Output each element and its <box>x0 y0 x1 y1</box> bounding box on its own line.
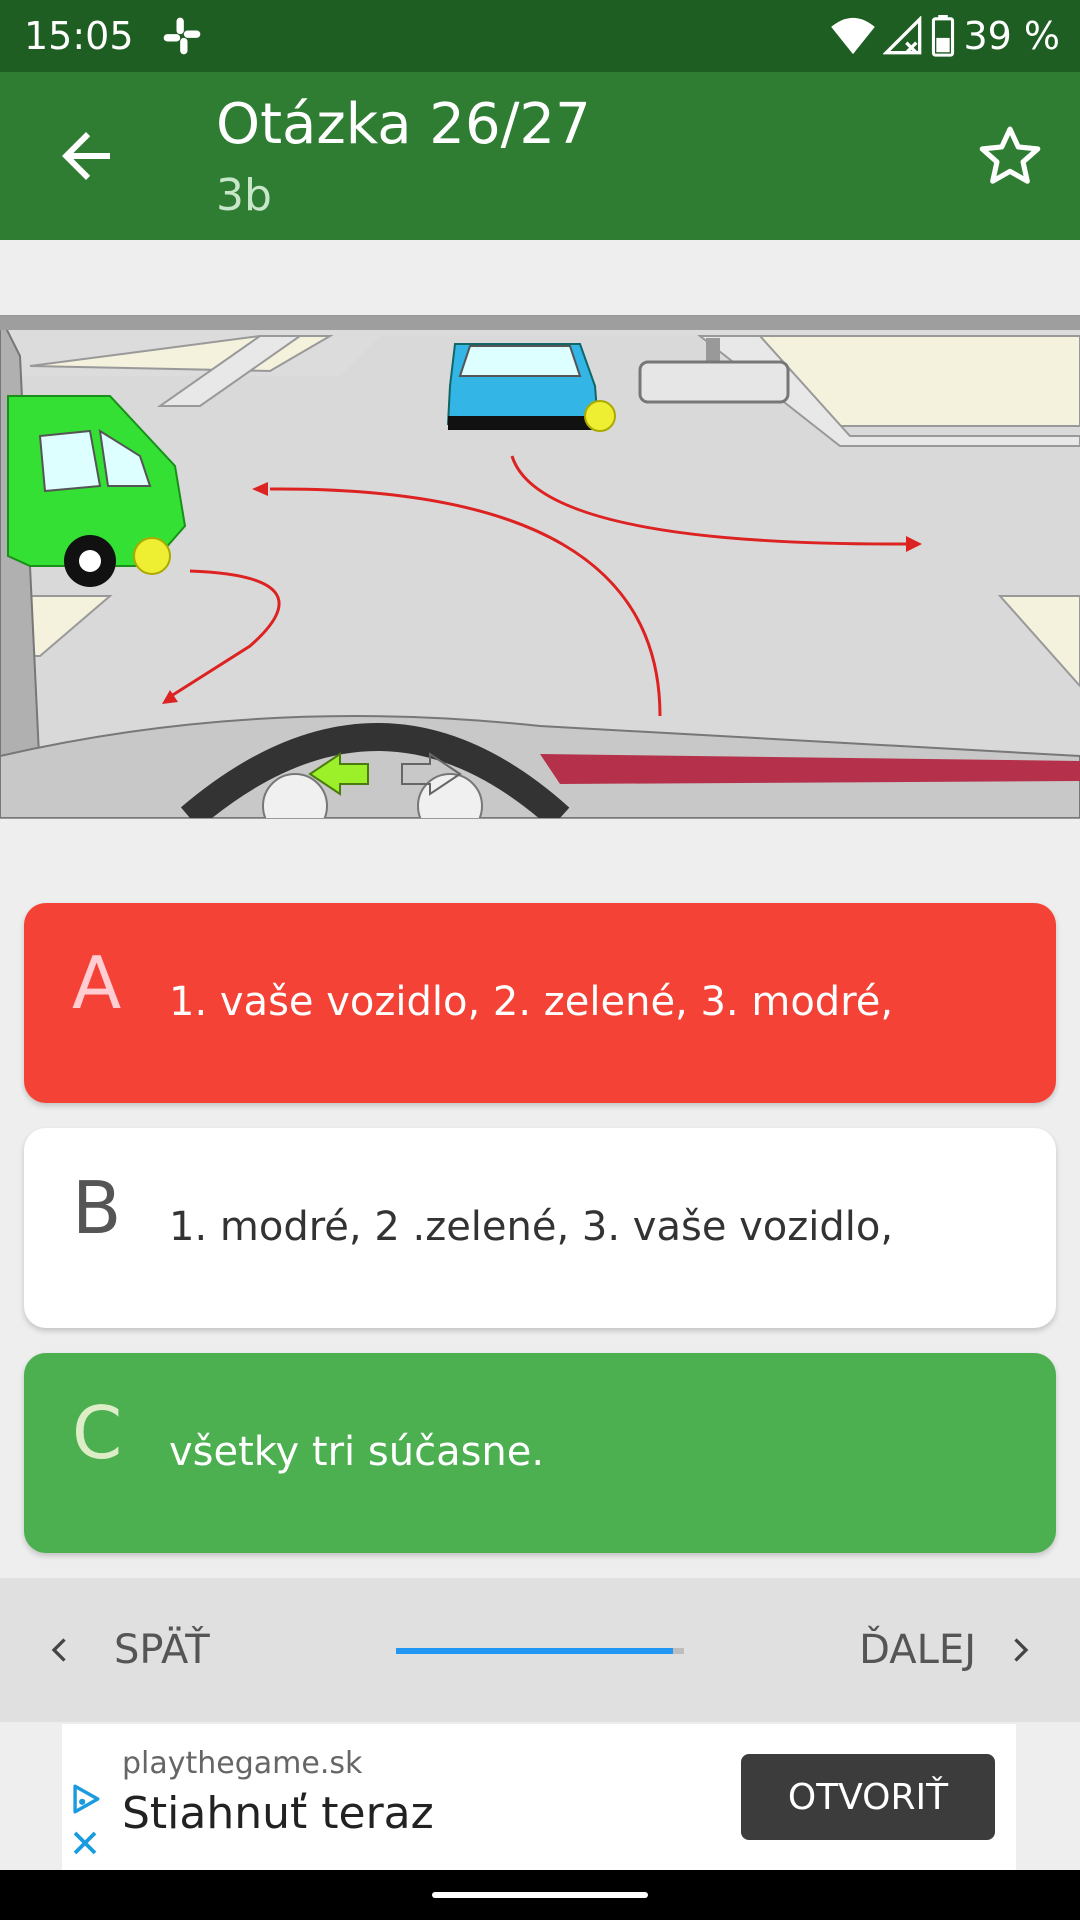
intersection-scene <box>0 315 1080 839</box>
page-subtitle: 3b <box>216 170 272 221</box>
chevron-left-icon <box>51 1638 66 1662</box>
ad-headline: Stiahnuť teraz <box>122 1788 434 1839</box>
status-icons: 39 % <box>831 12 1060 60</box>
wifi-icon <box>831 17 876 55</box>
status-bar: 15:05 39 % <box>0 0 1080 72</box>
answer-text: 1. modré, 2 .zelené, 3. vaše vozidlo, <box>169 1204 894 1250</box>
slack-icon <box>163 17 201 55</box>
answer-c[interactable]: C všetky tri súčasne. <box>24 1353 1056 1553</box>
ad-choices-icon[interactable] <box>68 1782 102 1816</box>
question-image <box>0 315 1080 839</box>
answer-a[interactable]: A 1. vaše vozidlo, 2. zelené, 3. modré, <box>24 903 1056 1103</box>
close-icon[interactable] <box>70 1828 100 1858</box>
previous-label: SPÄŤ <box>114 1627 210 1673</box>
previous-button[interactable]: SPÄŤ <box>40 1618 210 1682</box>
ad-banner[interactable]: playthegame.sk Stiahnuť teraz OTVORIŤ <box>62 1724 1016 1870</box>
app-bar: Otázka 26/27 3b <box>0 72 1080 240</box>
page-title: Otázka 26/27 <box>216 92 591 157</box>
progress-fill <box>396 1648 674 1654</box>
next-button[interactable]: ĎALEJ <box>859 1618 1040 1682</box>
answer-b[interactable]: B 1. modré, 2 .zelené, 3. vaše vozidlo, <box>24 1128 1056 1328</box>
answer-letter: A <box>72 941 122 1025</box>
answer-text: všetky tri súčasne. <box>169 1429 545 1475</box>
system-navigation-bar <box>0 1870 1080 1920</box>
ad-domain: playthegame.sk <box>122 1746 363 1781</box>
arrow-back-icon[interactable] <box>50 120 122 192</box>
answer-letter: C <box>72 1391 123 1475</box>
answer-text: 1. vaše vozidlo, 2. zelené, 3. modré, <box>169 979 894 1025</box>
signal-icon <box>883 16 922 55</box>
question-navigation: SPÄŤ ĎALEJ <box>0 1578 1080 1722</box>
answer-letter: B <box>72 1166 122 1250</box>
chevron-right-icon <box>1014 1638 1029 1662</box>
star-outline-icon[interactable] <box>976 122 1044 190</box>
home-gesture-handle[interactable] <box>432 1892 648 1898</box>
status-time: 15:05 <box>24 14 134 58</box>
ad-open-button[interactable]: OTVORIŤ <box>741 1754 995 1840</box>
next-label: ĎALEJ <box>859 1627 976 1673</box>
battery-percent: 39 % <box>963 14 1060 58</box>
progress-bar <box>396 1648 684 1654</box>
battery-icon <box>932 15 955 57</box>
